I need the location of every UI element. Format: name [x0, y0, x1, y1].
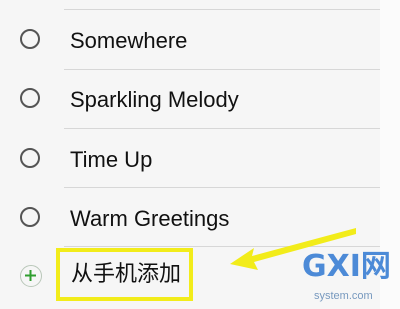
list-item[interactable]: Time Up — [0, 129, 380, 188]
list-item-label: Warm Greetings — [70, 206, 230, 231]
watermark-logo: GXI网 — [302, 249, 391, 284]
highlight-box — [56, 248, 193, 301]
list-item[interactable]: Sparkling Melody — [0, 70, 380, 129]
radio-button[interactable] — [20, 29, 40, 49]
list-item-label: Somewhere — [70, 28, 188, 53]
radio-button[interactable] — [20, 148, 40, 168]
list-item[interactable]: Somewhere — [0, 10, 380, 69]
list-item-label: Time Up — [70, 147, 153, 172]
watermark-site: system.com — [314, 290, 373, 302]
watermark: GXI网 system.com — [298, 252, 400, 309]
radio-button[interactable] — [20, 88, 40, 108]
add-icon[interactable] — [20, 265, 42, 287]
radio-button[interactable] — [20, 207, 40, 227]
plus-icon — [25, 270, 36, 281]
list-item-label: Sparkling Melody — [70, 87, 239, 112]
